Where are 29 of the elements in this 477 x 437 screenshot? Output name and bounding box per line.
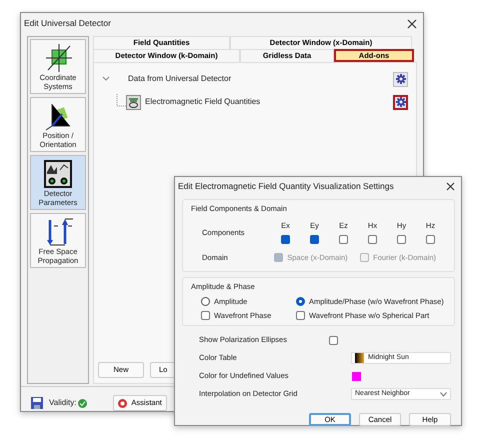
window-title: Edit Universal Detector bbox=[24, 17, 111, 30]
chevron-down-icon bbox=[440, 392, 447, 396]
settings-icon bbox=[396, 74, 406, 84]
checkbox[interactable] bbox=[281, 235, 290, 244]
settings-button[interactable] bbox=[393, 94, 408, 110]
checkbox[interactable] bbox=[296, 310, 305, 320]
validity-label: Validity: bbox=[49, 397, 76, 409]
close-icon[interactable] bbox=[446, 182, 455, 190]
close-icon[interactable] bbox=[407, 18, 417, 28]
dialog-title: Edit Electromagnetic Field Quantity Visualization Settings bbox=[178, 180, 394, 192]
checkbox[interactable] bbox=[201, 310, 210, 320]
checkbox[interactable] bbox=[339, 235, 348, 244]
checkbox[interactable] bbox=[368, 235, 377, 244]
color-swatch[interactable] bbox=[352, 372, 361, 380]
radio-button[interactable] bbox=[296, 296, 305, 306]
settings-icon bbox=[396, 97, 406, 107]
settings-button[interactable] bbox=[393, 72, 408, 86]
save-icon[interactable] bbox=[31, 397, 43, 409]
gradient-swatch bbox=[355, 353, 364, 363]
checkbox[interactable] bbox=[310, 235, 319, 244]
checkbox[interactable] bbox=[329, 336, 338, 344]
checkbox[interactable] bbox=[426, 235, 435, 244]
radio-button[interactable] bbox=[201, 296, 210, 306]
lifebuoy-icon bbox=[118, 398, 128, 408]
checkbox[interactable] bbox=[397, 235, 406, 244]
detector-icon bbox=[42, 158, 74, 190]
chevron-down-icon[interactable] bbox=[102, 75, 110, 83]
tree-item[interactable]: Data from Universal Detector bbox=[128, 73, 232, 85]
tree-item[interactable]: Electromagnetic Field Quantities bbox=[145, 96, 260, 108]
